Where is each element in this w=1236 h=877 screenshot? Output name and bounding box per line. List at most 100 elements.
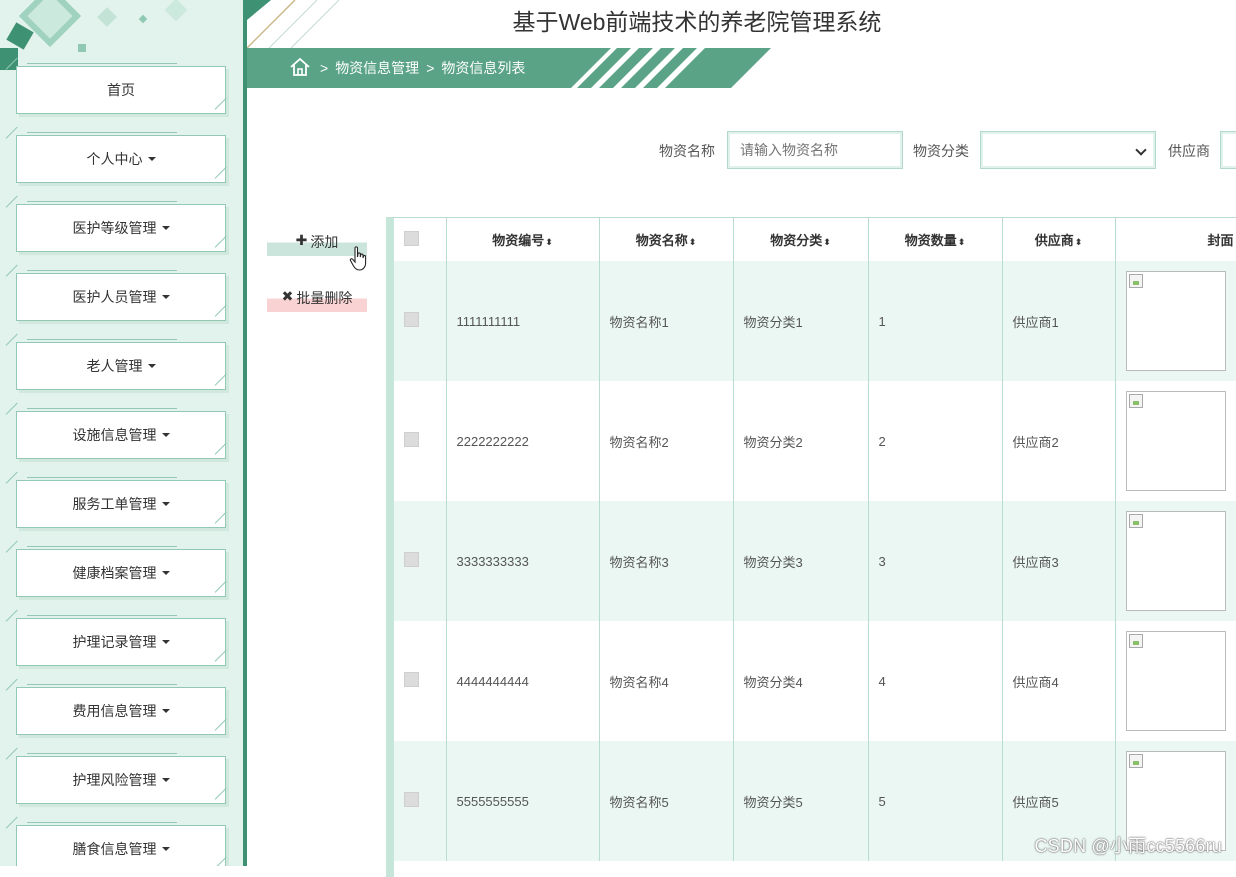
column-header-label: 物资数量	[905, 233, 957, 248]
sidebar-item-label: 老人管理	[87, 356, 143, 376]
broken-image-icon	[1129, 394, 1143, 408]
menu-item-decoration	[215, 167, 238, 190]
menu-item-decoration	[215, 581, 238, 604]
batch-delete-button[interactable]: ✖ 批量删除	[267, 282, 367, 312]
cell-name: 物资名称5	[599, 741, 733, 861]
plus-icon: ✚	[296, 232, 308, 249]
caret-down-icon	[162, 226, 170, 230]
column-header-category[interactable]: 物资分类⬍	[733, 218, 868, 261]
column-header-supplier[interactable]: 供应商⬍	[1002, 218, 1115, 261]
supplier-input[interactable]	[1220, 131, 1236, 169]
menu-item-decoration	[215, 719, 238, 742]
row-checkbox[interactable]	[404, 552, 419, 567]
breadcrumb-item-material-list[interactable]: 物资信息列表	[441, 58, 525, 78]
menu-item-decoration	[6, 472, 29, 495]
column-header-name[interactable]: 物资名称⬍	[599, 218, 733, 261]
sidebar-item[interactable]: 个人中心	[16, 135, 226, 183]
sidebar-item-label: 服务工单管理	[73, 494, 157, 514]
cell-supplier: 供应商3	[1002, 501, 1115, 621]
column-header-label: 物资分类	[770, 233, 822, 248]
row-select-cell	[394, 261, 446, 381]
column-header-label: 物资编号	[492, 233, 544, 248]
cell-cover	[1115, 381, 1236, 501]
watermark: CSDN @小雨cc5566ru	[1034, 832, 1222, 858]
row-select-cell	[394, 381, 446, 501]
chevron-down-icon	[1135, 144, 1146, 155]
row-checkbox[interactable]	[404, 312, 419, 327]
sidebar-item[interactable]: 医护人员管理	[16, 273, 226, 321]
sidebar-item[interactable]: 健康档案管理	[16, 549, 226, 597]
breadcrumb-separator: >	[426, 60, 434, 76]
cell-category: 物资分类4	[733, 621, 868, 741]
table-row: 1111111111物资名称1物资分类11供应商1	[394, 261, 1236, 381]
select-all-checkbox[interactable]	[404, 231, 419, 246]
breadcrumb-separator: >	[320, 60, 328, 76]
close-icon: ✖	[282, 288, 294, 305]
cell-code: 3333333333	[446, 501, 599, 621]
column-header-label: 封面	[1207, 233, 1233, 248]
cell-supplier: 供应商1	[1002, 261, 1115, 381]
sidebar: 首页个人中心医护等级管理医护人员管理老人管理设施信息管理服务工单管理健康档案管理…	[0, 0, 247, 866]
row-select-cell	[394, 501, 446, 621]
sidebar-item[interactable]: 护理风险管理	[16, 756, 226, 804]
page-title: 基于Web前端技术的养老院管理系统	[247, 3, 1147, 37]
cell-cover	[1115, 501, 1236, 621]
menu-item-decoration	[6, 748, 29, 771]
row-select-cell	[394, 741, 446, 861]
material-category-select[interactable]	[980, 131, 1156, 169]
add-button-label: 添加	[310, 232, 338, 252]
cell-quantity: 5	[868, 741, 1002, 861]
cell-category: 物资分类1	[733, 261, 868, 381]
menu-item-decoration	[6, 196, 29, 219]
sidebar-item[interactable]: 膳食信息管理	[16, 825, 226, 866]
cell-code: 5555555555	[446, 741, 599, 861]
menu-item-decoration	[27, 615, 177, 616]
cell-code: 1111111111	[446, 261, 599, 381]
cover-image[interactable]	[1126, 631, 1226, 731]
cover-image[interactable]	[1126, 391, 1226, 491]
cover-image[interactable]	[1126, 511, 1226, 611]
caret-down-icon	[148, 157, 156, 161]
material-name-input[interactable]	[727, 131, 903, 169]
sidebar-item-label: 膳食信息管理	[73, 839, 157, 859]
menu-item-decoration	[6, 541, 29, 564]
sidebar-item-label: 首页	[107, 80, 135, 100]
sort-icon: ⬍	[958, 237, 966, 247]
cell-name: 物资名称1	[599, 261, 733, 381]
column-header-code[interactable]: 物资编号⬍	[446, 218, 599, 261]
cell-supplier: 供应商4	[1002, 621, 1115, 741]
table-row: 4444444444物资名称4物资分类44供应商4	[394, 621, 1236, 741]
menu-item-decoration	[6, 610, 29, 633]
sidebar-item[interactable]: 设施信息管理	[16, 411, 226, 459]
menu-item-decoration	[27, 270, 177, 271]
sidebar-item-label: 个人中心	[87, 149, 143, 169]
menu-item-decoration	[6, 265, 29, 288]
sidebar-item[interactable]: 服务工单管理	[16, 480, 226, 528]
sidebar-item[interactable]: 老人管理	[16, 342, 226, 390]
menu-item-decoration	[27, 753, 177, 754]
cell-code: 4444444444	[446, 621, 599, 741]
column-header-quantity[interactable]: 物资数量⬍	[868, 218, 1002, 261]
home-icon[interactable]	[289, 57, 311, 77]
row-checkbox[interactable]	[404, 672, 419, 687]
sidebar-item[interactable]: 费用信息管理	[16, 687, 226, 735]
row-checkbox[interactable]	[404, 432, 419, 447]
sidebar-item-label: 护理风险管理	[73, 770, 157, 790]
row-checkbox[interactable]	[404, 792, 419, 807]
sidebar-item[interactable]: 首页	[16, 66, 226, 114]
menu-item-decoration	[215, 512, 238, 535]
cell-code: 2222222222	[446, 381, 599, 501]
menu-item-decoration	[27, 684, 177, 685]
select-all-cell	[394, 218, 446, 261]
breadcrumb-item-material-management[interactable]: 物资信息管理	[335, 58, 419, 78]
breadcrumb: > 物资信息管理 > 物资信息列表	[320, 48, 525, 88]
menu-item-decoration	[27, 546, 177, 547]
caret-down-icon	[148, 364, 156, 368]
cover-image[interactable]	[1126, 271, 1226, 371]
sidebar-item[interactable]: 护理记录管理	[16, 618, 226, 666]
column-header-cover: 封面	[1115, 218, 1236, 261]
menu-item-decoration	[27, 822, 177, 823]
sidebar-item[interactable]: 医护等级管理	[16, 204, 226, 252]
menu-item-decoration	[6, 334, 29, 357]
sidebar-item-label: 医护人员管理	[73, 287, 157, 307]
